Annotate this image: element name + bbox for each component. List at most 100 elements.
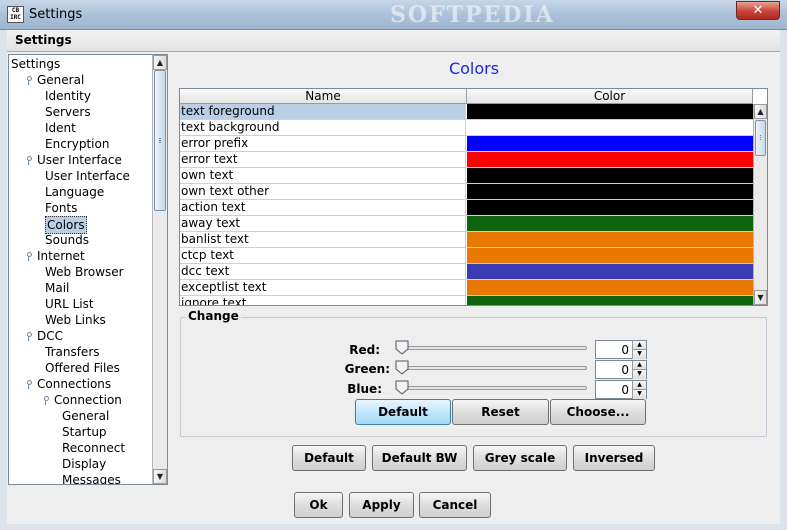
color-swatch-cell[interactable] [467, 168, 753, 183]
scroll-down-arrow-icon[interactable]: ▼ [754, 290, 767, 305]
color-swatch-cell[interactable] [467, 232, 753, 247]
tree-item[interactable]: Internet [9, 248, 152, 264]
green-slider-track[interactable] [401, 366, 587, 370]
red-slider-knob[interactable] [395, 340, 409, 355]
tree-expand-icon[interactable] [42, 396, 50, 405]
tree-item[interactable]: User Interface [9, 152, 152, 168]
apply-button[interactable]: Apply [349, 492, 414, 518]
tree-item[interactable]: General [9, 72, 152, 88]
scroll-up-arrow-icon[interactable]: ▲ [754, 104, 767, 119]
scroll-thumb[interactable] [755, 120, 766, 156]
tree-expand-icon[interactable] [25, 380, 33, 389]
table-scrollbar[interactable]: ▲ ▼ [753, 104, 767, 305]
color-swatch-cell[interactable] [467, 136, 753, 151]
blue-slider-knob[interactable] [395, 380, 409, 395]
table-row[interactable]: text background [180, 120, 753, 136]
red-spinner[interactable]: 0 ▲ ▼ [595, 340, 647, 359]
color-name-cell[interactable]: banlist text [180, 232, 466, 247]
color-name-cell[interactable]: text background [180, 120, 466, 135]
tree-item[interactable]: User Interface [9, 168, 152, 184]
preset-inversed-button[interactable]: Inversed [573, 445, 655, 471]
cancel-button[interactable]: Cancel [419, 492, 491, 518]
tree-item[interactable]: Offered Files [9, 360, 152, 376]
tree-item[interactable]: Display [9, 456, 152, 472]
table-row[interactable]: away text [180, 216, 753, 232]
reset-button[interactable]: Reset [452, 399, 549, 425]
tree-item[interactable]: Connection [9, 392, 152, 408]
tree-item[interactable]: Connections [9, 376, 152, 392]
spinner-up-icon[interactable]: ▲ [632, 341, 646, 350]
tree-expand-icon[interactable] [25, 332, 33, 341]
tree-item[interactable]: Colors [9, 216, 152, 234]
tree-item[interactable]: Encryption [9, 136, 152, 152]
ok-button[interactable]: Ok [294, 492, 343, 518]
color-name-cell[interactable]: exceptlist text [180, 280, 466, 295]
table-row[interactable]: error text [180, 152, 753, 168]
color-swatch-cell[interactable] [467, 248, 753, 263]
tree-item[interactable]: DCC [9, 328, 152, 344]
column-header-name[interactable]: Name [180, 89, 467, 104]
tree-item[interactable]: Web Browser [9, 264, 152, 280]
color-name-cell[interactable]: dcc text [180, 264, 466, 279]
color-swatch-cell[interactable] [467, 120, 753, 135]
settings-tree[interactable]: Settings General Identity Servers Ident Encry… [8, 54, 168, 485]
tree-scrollbar[interactable]: ▲ ▼ [152, 55, 167, 484]
color-name-cell[interactable]: ignore text [180, 296, 466, 305]
color-name-cell[interactable]: error prefix [180, 136, 466, 151]
table-row[interactable]: banlist text [180, 232, 753, 248]
tree-item[interactable]: Fonts [9, 200, 152, 216]
scroll-down-arrow-icon[interactable]: ▼ [153, 469, 167, 484]
column-header-color[interactable]: Color [467, 89, 753, 104]
tree-expand-icon[interactable] [25, 156, 33, 165]
tree-expand-icon[interactable] [25, 76, 33, 85]
blue-spinner[interactable]: 0 ▲ ▼ [595, 380, 647, 399]
tree-item[interactable]: Web Links [9, 312, 152, 328]
red-slider-track[interactable] [401, 346, 587, 350]
table-row[interactable]: error prefix [180, 136, 753, 152]
tree-item[interactable]: General [9, 408, 152, 424]
table-row[interactable]: exceptlist text [180, 280, 753, 296]
table-row[interactable]: own text other [180, 184, 753, 200]
scroll-thumb[interactable] [154, 70, 166, 211]
color-name-cell[interactable]: own text [180, 168, 466, 183]
spinner-up-icon[interactable]: ▲ [632, 381, 646, 390]
color-swatch-cell[interactable] [467, 296, 753, 305]
tree-expand-icon[interactable] [25, 252, 33, 261]
spinner-down-icon[interactable]: ▼ [632, 350, 646, 359]
tree-item[interactable]: Startup [9, 424, 152, 440]
blue-slider-track[interactable] [401, 386, 587, 390]
spinner-down-icon[interactable]: ▼ [632, 370, 646, 379]
spinner-down-icon[interactable]: ▼ [632, 390, 646, 399]
table-row[interactable]: ctcp text [180, 248, 753, 264]
choose-button[interactable]: Choose... [550, 399, 646, 425]
tree-item[interactable]: URL List [9, 296, 152, 312]
table-row[interactable]: text foreground [180, 104, 753, 120]
tree-item[interactable]: Identity [9, 88, 152, 104]
table-row[interactable]: action text [180, 200, 753, 216]
color-name-cell[interactable]: own text other [180, 184, 466, 199]
table-row[interactable]: own text [180, 168, 753, 184]
color-swatch-cell[interactable] [467, 200, 753, 215]
menu-settings[interactable]: Settings [15, 33, 72, 47]
color-swatch-cell[interactable] [467, 184, 753, 199]
preset-default-button[interactable]: Default [292, 445, 366, 471]
color-name-cell[interactable]: action text [180, 200, 466, 215]
tree-item[interactable]: Reconnect [9, 440, 152, 456]
color-swatch-cell[interactable] [467, 216, 753, 231]
title-bar[interactable]: CB IRC Settings SOFTPEDIA ✕ [0, 0, 787, 30]
tree-item[interactable]: Messages [9, 472, 152, 484]
spinner-up-icon[interactable]: ▲ [632, 361, 646, 370]
table-row[interactable]: dcc text [180, 264, 753, 280]
close-button[interactable]: ✕ [736, 1, 780, 20]
color-name-cell[interactable]: error text [180, 152, 466, 167]
green-spinner[interactable]: 0 ▲ ▼ [595, 360, 647, 379]
table-row[interactable]: ignore text [180, 296, 753, 305]
tree-item[interactable]: Sounds [9, 232, 152, 248]
preset-grey-scale-button[interactable]: Grey scale [473, 445, 567, 471]
colors-table[interactable]: Name Color text foreground text backgroun… [179, 88, 768, 306]
color-swatch-cell[interactable] [467, 104, 753, 119]
color-swatch-cell[interactable] [467, 280, 753, 295]
color-name-cell[interactable]: ctcp text [180, 248, 466, 263]
preset-default-bw-button[interactable]: Default BW [372, 445, 467, 471]
tree-item[interactable]: Settings [9, 56, 152, 72]
